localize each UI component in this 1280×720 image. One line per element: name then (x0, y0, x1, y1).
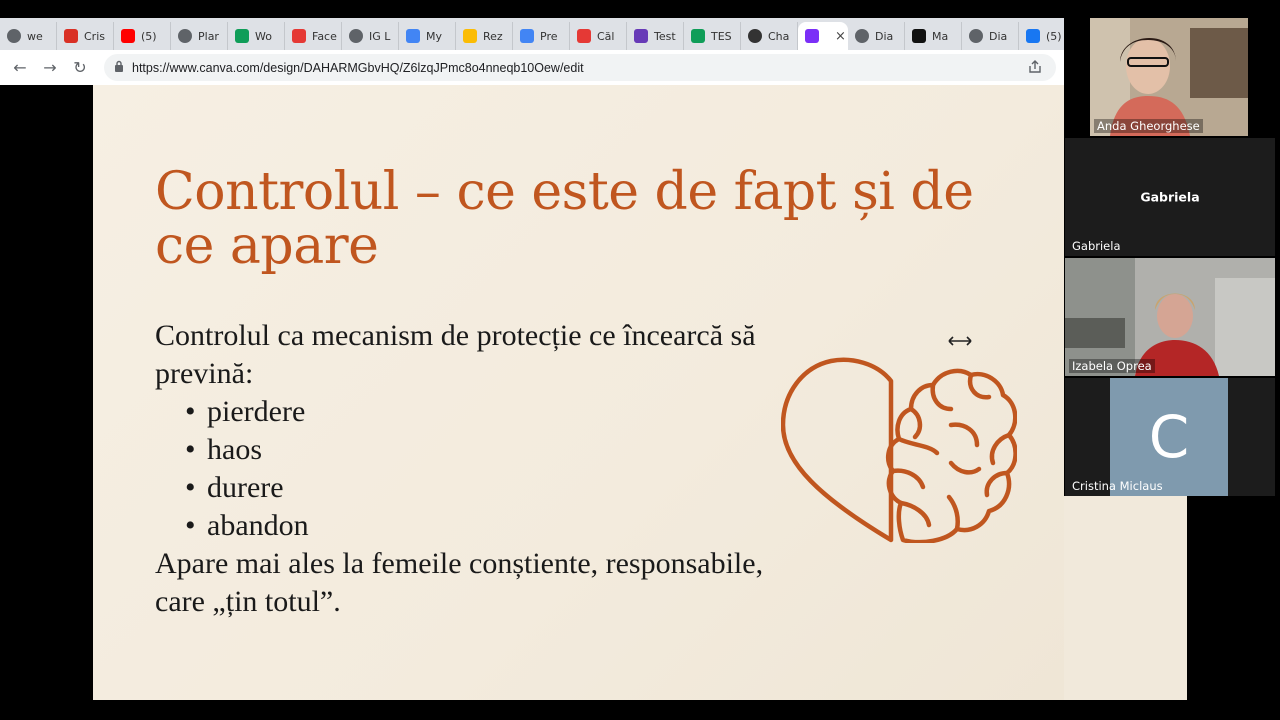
participant-name: Anda Gheorghese (1094, 119, 1203, 133)
participant-name: Gabriela (1072, 239, 1121, 253)
browser-tab[interactable]: Rez (456, 22, 513, 50)
close-tab-icon[interactable]: × (835, 29, 846, 44)
tab-label: Rez (483, 29, 503, 43)
address-row: ← → ↻ https://www.canva.com/design/DAHAR… (0, 50, 1064, 85)
youtube-icon (121, 29, 135, 43)
back-button[interactable]: ← (5, 58, 35, 77)
participant-tile[interactable]: Izabela Oprea (1065, 258, 1275, 376)
intro-text: Controlul ca mecanism de protecție ce în… (155, 319, 756, 390)
sk-icon (577, 29, 591, 43)
globe-icon (7, 29, 21, 43)
tab-label: Cris (84, 29, 105, 43)
browser-tab[interactable]: (5) (1019, 22, 1064, 50)
participant-tile[interactable]: Anda Gheorghese (1090, 18, 1248, 136)
browser-tab[interactable]: Test (627, 22, 684, 50)
forward-button[interactable]: → (35, 58, 65, 77)
tab-label: TES (711, 29, 732, 43)
forms-icon (634, 29, 648, 43)
address-bar[interactable]: https://www.canva.com/design/DAHARMGbvHQ… (104, 54, 1056, 81)
tab-label: Dia (875, 29, 894, 43)
sheets-icon (691, 29, 705, 43)
bullet-item: abandon (185, 507, 775, 545)
tab-label: Pre (540, 29, 558, 43)
tab-label: (5) (141, 29, 157, 43)
docs-icon (520, 29, 534, 43)
circle-icon (406, 29, 420, 43)
slide-title: Controlul – ce este de fapt și de ce apa… (155, 162, 974, 276)
browser-window: we Cris (5) Plar Wo Face IG L My Rez Pre Căl Test TE… (0, 18, 1064, 85)
participant-tile[interactable]: C Cristina Miclaus (1065, 378, 1275, 496)
tab-label: Dia (989, 29, 1008, 43)
tab-label: we (27, 29, 43, 43)
share-icon[interactable] (1028, 60, 1042, 77)
browser-tab[interactable]: Plar (171, 22, 228, 50)
flash-icon (292, 29, 306, 43)
bullet-item: pierdere (185, 393, 775, 431)
browser-tab[interactable]: Wo (228, 22, 285, 50)
globe-icon (855, 29, 869, 43)
chatgpt-icon (748, 29, 762, 43)
participant-name: Izabela Oprea (1069, 359, 1155, 373)
sheets-icon (235, 29, 249, 43)
url-text[interactable]: https://www.canva.com/design/DAHARMGbvHQ… (132, 61, 584, 75)
bullet-item: haos (185, 431, 775, 469)
resize-cursor-icon (948, 336, 972, 346)
drive-icon (463, 29, 477, 43)
participant-name: Cristina Miclaus (1072, 479, 1163, 493)
slide-body: Controlul ca mecanism de protecție ce în… (155, 317, 775, 621)
tab-label: Căl (597, 29, 615, 43)
canva-icon (805, 29, 819, 43)
browser-tab[interactable]: (5) (114, 22, 171, 50)
browser-tab[interactable]: Dia (848, 22, 905, 50)
browser-tab[interactable]: My (399, 22, 456, 50)
browser-tab[interactable]: Cris (57, 22, 114, 50)
browser-tab[interactable]: Dia (962, 22, 1019, 50)
browser-tab[interactable]: Ma (905, 22, 962, 50)
gmail-icon (64, 29, 78, 43)
reload-button[interactable]: ↻ (65, 58, 95, 77)
notion-icon (912, 29, 926, 43)
tab-label: My (426, 29, 443, 43)
tab-label: IG L (369, 29, 391, 43)
browser-tab[interactable]: Pre (513, 22, 570, 50)
tab-label: Test (654, 29, 676, 43)
tab-strip: we Cris (5) Plar Wo Face IG L My Rez Pre Căl Test TE… (0, 18, 1064, 50)
globe-icon (178, 29, 192, 43)
tab-label: Ma (932, 29, 949, 43)
participant-tile[interactable]: Gabriela Gabriela (1065, 138, 1275, 256)
browser-tab[interactable]: × (798, 22, 848, 50)
slide-background-extension (1064, 496, 1187, 700)
heart-brain-icon (781, 357, 1017, 543)
tab-label: Wo (255, 29, 272, 43)
browser-tab[interactable]: we (0, 22, 57, 50)
lock-icon (114, 60, 124, 75)
browser-tab[interactable]: IG L (342, 22, 399, 50)
browser-tab[interactable]: Căl (570, 22, 627, 50)
tab-label: Cha (768, 29, 790, 43)
bullet-item: durere (185, 469, 775, 507)
browser-tab[interactable]: Cha (741, 22, 798, 50)
closing-text: Apare mai ales la femeile conștiente, re… (155, 547, 764, 618)
globe-icon (969, 29, 983, 43)
presentation-slide[interactable]: Controlul – ce este de fapt și de ce apa… (93, 85, 1064, 700)
participant-center-label: Gabriela (1140, 189, 1200, 205)
browser-tab[interactable]: Face (285, 22, 342, 50)
tab-label: Face (312, 29, 337, 43)
globe-icon (349, 29, 363, 43)
facebook-icon (1026, 29, 1040, 43)
bullet-list: pierdere haos durere abandon (155, 393, 775, 545)
browser-tab[interactable]: TES (684, 22, 741, 50)
tab-label: (5) (1046, 29, 1062, 43)
tab-label: Plar (198, 29, 219, 43)
